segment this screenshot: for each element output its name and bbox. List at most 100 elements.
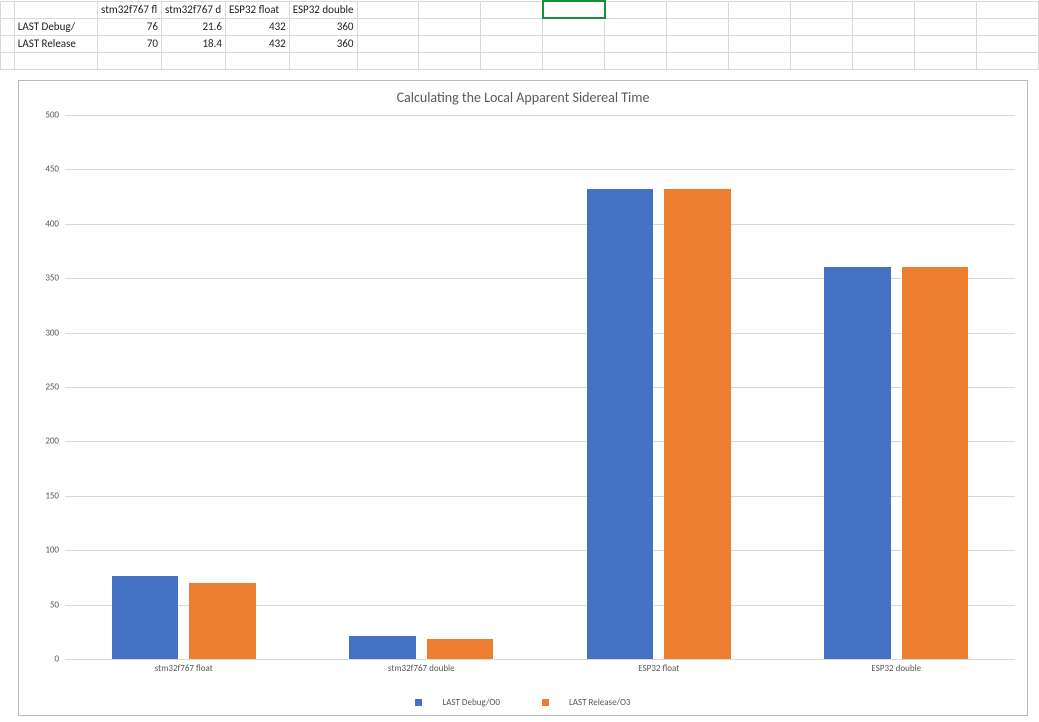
row2-v1[interactable]: 70 [98, 35, 162, 52]
row-gutter [1, 52, 15, 69]
hdr-b[interactable]: stm32f767 fl [98, 1, 162, 18]
active-cell[interactable] [543, 1, 605, 18]
y-tick-label: 0 [25, 654, 59, 665]
x-tick-label: ESP32 float [638, 663, 679, 674]
gridline [65, 659, 1015, 660]
gridline [65, 115, 1015, 116]
y-tick-label: 400 [25, 218, 59, 229]
hdr-e[interactable]: ESP32 double [289, 1, 357, 18]
bar [587, 189, 654, 659]
row1-v2[interactable]: 21.6 [162, 18, 226, 35]
y-tick-label: 200 [25, 436, 59, 447]
cell-blank[interactable] [543, 18, 605, 35]
y-tick-label: 350 [25, 273, 59, 284]
cell-blank[interactable] [605, 52, 667, 69]
cell-blank[interactable] [667, 1, 729, 18]
cell-blank[interactable] [98, 52, 162, 69]
row2-v4[interactable]: 360 [289, 35, 357, 52]
cell-blank[interactable] [853, 18, 915, 35]
hdr-c[interactable]: stm32f767 d [162, 1, 226, 18]
gridline [65, 224, 1015, 225]
cell-blank[interactable] [667, 35, 729, 52]
cell-blank[interactable] [419, 1, 481, 18]
cell-blank[interactable] [729, 18, 791, 35]
y-tick-label: 50 [25, 599, 59, 610]
cell-blank[interactable] [225, 52, 289, 69]
cell-blank[interactable] [976, 18, 1038, 35]
data-table[interactable]: stm32f767 fl stm32f767 d ESP32 float ESP… [0, 0, 1039, 70]
cell-blank[interactable] [667, 18, 729, 35]
row2-v2[interactable]: 18.4 [162, 35, 226, 52]
cell-blank[interactable] [357, 52, 419, 69]
row-gutter [1, 18, 15, 35]
cell-blank[interactable] [289, 52, 357, 69]
row2-label[interactable]: LAST Release [14, 35, 97, 52]
y-tick-label: 100 [25, 545, 59, 556]
y-tick-label: 500 [25, 110, 59, 121]
y-tick-label: 450 [25, 164, 59, 175]
row1-v1[interactable]: 76 [98, 18, 162, 35]
plot-area: 050100150200250300350400450500 [65, 115, 1015, 659]
cell-blank[interactable] [976, 1, 1038, 18]
legend-swatch-blue [415, 699, 422, 706]
cell-blank[interactable] [976, 52, 1038, 69]
cell-blank[interactable] [667, 52, 729, 69]
cell-blank[interactable] [853, 35, 915, 52]
cell-blank[interactable] [419, 35, 481, 52]
hdr-blank[interactable] [14, 1, 97, 18]
cell-blank[interactable] [357, 18, 419, 35]
legend-label-1: LAST Debug/O0 [442, 697, 500, 708]
y-tick-label: 250 [25, 382, 59, 393]
cell-blank[interactable] [915, 18, 977, 35]
legend-label-2: LAST Release/O3 [569, 697, 631, 708]
legend-item-2: LAST Release/O3 [532, 697, 641, 708]
cell-blank[interactable] [481, 18, 543, 35]
x-tick-label: ESP32 double [871, 663, 921, 674]
cell-blank[interactable] [853, 1, 915, 18]
bar [349, 636, 416, 660]
cell-blank[interactable] [481, 1, 543, 18]
cell-blank[interactable] [791, 18, 853, 35]
cell-blank[interactable] [14, 52, 97, 69]
y-tick-label: 300 [25, 327, 59, 338]
cell-blank[interactable] [915, 1, 977, 18]
legend: LAST Debug/O0 LAST Release/O3 [19, 697, 1027, 709]
cell-blank[interactable] [481, 52, 543, 69]
bar [112, 576, 179, 659]
cell-blank[interactable] [605, 35, 667, 52]
cell-blank[interactable] [605, 1, 667, 18]
x-axis-labels: stm32f767 floatstm32f767 doubleESP32 flo… [65, 663, 1015, 677]
legend-item-1: LAST Debug/O0 [405, 697, 510, 708]
bar [902, 267, 969, 659]
cell-blank[interactable] [729, 35, 791, 52]
cell-blank[interactable] [543, 35, 605, 52]
cell-blank[interactable] [915, 35, 977, 52]
cell-blank[interactable] [729, 52, 791, 69]
row1-v3[interactable]: 432 [225, 18, 289, 35]
cell-blank[interactable] [791, 1, 853, 18]
row2-v3[interactable]: 432 [225, 35, 289, 52]
cell-blank[interactable] [543, 52, 605, 69]
cell-blank[interactable] [357, 35, 419, 52]
cell-blank[interactable] [419, 18, 481, 35]
cell-blank[interactable] [791, 35, 853, 52]
cell-blank[interactable] [605, 18, 667, 35]
row1-v4[interactable]: 360 [289, 18, 357, 35]
cell-blank[interactable] [853, 52, 915, 69]
cell-blank[interactable] [162, 52, 226, 69]
bar [824, 267, 891, 659]
cell-blank[interactable] [976, 35, 1038, 52]
legend-swatch-orange [542, 699, 549, 706]
cell-blank[interactable] [729, 1, 791, 18]
cell-blank[interactable] [791, 52, 853, 69]
cell-blank[interactable] [419, 52, 481, 69]
chart[interactable]: Calculating the Local Apparent Sidereal … [18, 80, 1028, 716]
cell-blank[interactable] [357, 1, 419, 18]
bar [664, 189, 731, 659]
cell-blank[interactable] [481, 35, 543, 52]
row-gutter [1, 1, 15, 18]
hdr-d[interactable]: ESP32 float [225, 1, 289, 18]
x-tick-label: stm32f767 double [388, 663, 455, 674]
row1-label[interactable]: LAST Debug/ [14, 18, 97, 35]
cell-blank[interactable] [915, 52, 977, 69]
